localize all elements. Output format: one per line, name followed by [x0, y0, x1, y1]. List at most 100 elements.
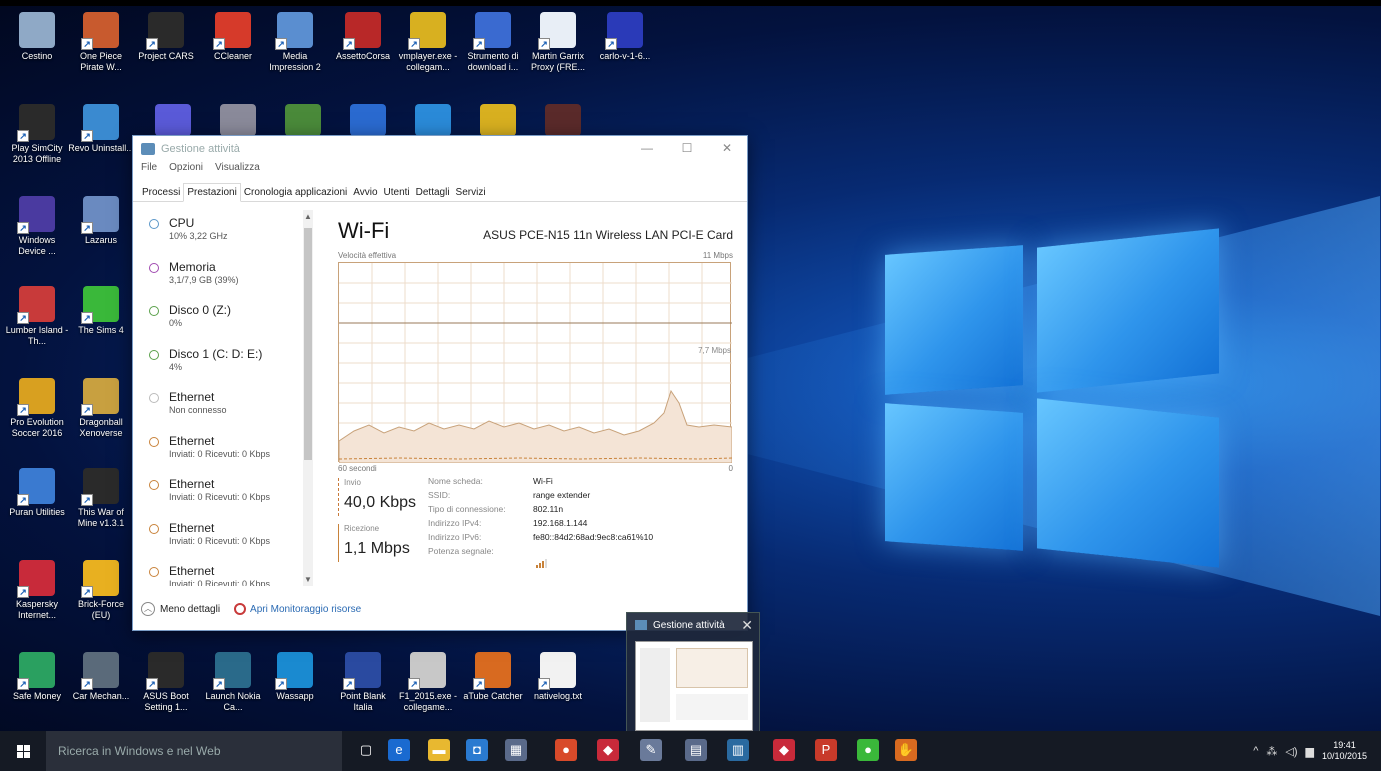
show-hidden-icons-icon[interactable]: ^ — [1253, 745, 1258, 757]
volume-icon[interactable]: ◁) — [1285, 745, 1297, 758]
close-button[interactable]: ✕ — [707, 136, 747, 160]
scroll-thumb[interactable] — [304, 228, 312, 460]
desktop-icon[interactable]: ↗ Launch Nokia Ca... — [200, 652, 266, 713]
desktop-icon[interactable]: ↗ Lumber Island - Th... — [4, 286, 70, 347]
menu-file[interactable]: File — [141, 162, 157, 180]
desktop-icon[interactable]: ↗ Point Blank Italia — [330, 652, 396, 713]
taskbar-edge-icon[interactable]: e — [388, 739, 410, 761]
desktop-icon[interactable]: ↗ Brick-Force (EU) — [68, 560, 134, 621]
desktop-icon[interactable]: ↗ Dragonball Xenoverse — [68, 378, 134, 439]
resource-item[interactable]: Ethernet Inviati: 0 Ricevuti: 0 Kbps — [133, 467, 315, 511]
app-icon: ↗ — [81, 196, 119, 234]
menu-view[interactable]: Visualizza — [215, 162, 260, 180]
minimize-button[interactable]: — — [627, 136, 667, 160]
desktop-icon[interactable]: ↗ vmplayer.exe - collegam... — [395, 12, 461, 73]
resource-item[interactable]: Ethernet Inviati: 0 Ricevuti: 0 Kbps — [133, 554, 315, 586]
desktop-icon[interactable]: ↗ Pro Evolution Soccer 2016 — [4, 378, 70, 439]
desktop-icon-label: Media Impression 2 — [269, 51, 321, 72]
desktop-icon[interactable]: ↗ Windows Device ... — [4, 196, 70, 257]
graph-mid-label: 7,7 Mbps — [698, 346, 731, 355]
tab-performance[interactable]: Prestazioni — [183, 183, 241, 202]
shortcut-arrow-icon: ↗ — [81, 130, 93, 142]
taskbar-app-8-icon[interactable]: ✎ — [640, 739, 662, 761]
taskbar-task-view-icon[interactable]: ▢ — [355, 739, 377, 761]
taskbar-chrome-icon[interactable]: ● — [555, 739, 577, 761]
taskbar-app-11-icon[interactable]: ◆ — [773, 739, 795, 761]
taskbar-app-7-icon[interactable]: ◆ — [597, 739, 619, 761]
desktop-icon[interactable]: ↗ Media Impression 2 — [262, 12, 328, 73]
resource-item[interactable]: Ethernet Inviati: 0 Ricevuti: 0 Kbps — [133, 424, 315, 468]
app-icon[interactable] — [415, 104, 451, 136]
scroll-down-arrow-icon[interactable]: ▼ — [303, 575, 313, 584]
menu-options[interactable]: Opzioni — [169, 162, 203, 180]
app-icon[interactable] — [545, 104, 581, 136]
desktop-icon[interactable]: ↗ aTube Catcher — [460, 652, 526, 702]
network-icon[interactable]: ⁂ — [1266, 745, 1277, 758]
desktop-icon[interactable]: ↗ Safe Money — [4, 652, 70, 702]
desktop-icon[interactable]: ↗ F1_2015.exe - collegame... — [395, 652, 461, 713]
resource-item[interactable]: Disco 0 (Z:) 0% — [133, 293, 315, 337]
taskbar-store-icon[interactable]: ◘ — [466, 739, 488, 761]
scroll-up-arrow-icon[interactable]: ▲ — [303, 212, 313, 221]
detail-value: range extender — [533, 490, 591, 500]
desktop-icon-label: F1_2015.exe - collegame... — [398, 691, 458, 712]
taskbar-app-5-icon[interactable]: ▦ — [505, 739, 527, 761]
desktop-icon[interactable]: ↗ Lazarus — [68, 196, 134, 246]
preview-close-icon[interactable]: ✕ — [741, 617, 753, 634]
desktop-icon[interactable]: ↗ CCleaner — [200, 12, 266, 62]
resource-scrollbar[interactable]: ▲ ▼ — [303, 210, 313, 586]
app-icon[interactable] — [350, 104, 386, 136]
fewer-details-link[interactable]: Meno dettagli — [160, 604, 220, 615]
taskbar-file-explorer-icon[interactable]: ▬ — [428, 739, 450, 761]
tab-details[interactable]: Dettagli — [413, 184, 453, 201]
taskbar-app-9-icon[interactable]: ▤ — [685, 739, 707, 761]
tab-app-history[interactable]: Cronologia applicazioni — [241, 184, 350, 201]
desktop-icon[interactable]: ↗ Car Mechan... — [68, 652, 134, 702]
resource-item[interactable]: Disco 1 (C: D: E:) 4% — [133, 337, 315, 381]
taskbar-app-13-icon[interactable]: ● — [857, 739, 879, 761]
desktop-icon[interactable]: ↗ This War of Mine v1.3.1 — [68, 468, 134, 529]
taskbar-powerpoint-icon[interactable]: P — [815, 739, 837, 761]
resource-item[interactable]: Ethernet Inviati: 0 Ricevuti: 0 Kbps — [133, 511, 315, 555]
chevron-up-icon[interactable]: ︿ — [141, 602, 155, 616]
desktop-icon[interactable]: ↗ carlo-v-1-6... — [592, 12, 658, 62]
desktop-icon[interactable]: ↗ Martin Garrix Proxy (FRE... — [525, 12, 591, 73]
action-center-icon[interactable]: ▆ — [1305, 745, 1313, 758]
desktop-icon[interactable]: ↗ Kaspersky Internet... — [4, 560, 70, 621]
desktop-icon[interactable]: ↗ nativelog.txt — [525, 652, 591, 702]
resource-item[interactable]: Ethernet Non connesso — [133, 380, 315, 424]
desktop-icon[interactable]: ↗ AssettoCorsa — [330, 12, 396, 62]
start-button[interactable] — [0, 731, 46, 771]
desktop-icon-label: Kaspersky Internet... — [15, 599, 59, 620]
app-icon[interactable] — [155, 104, 191, 136]
desktop-icon[interactable]: Cestino — [4, 12, 70, 62]
resource-item[interactable]: Memoria 3,1/7,9 GB (39%) — [133, 250, 315, 294]
taskbar-atube-icon[interactable]: ✋ — [895, 739, 917, 761]
desktop-icon[interactable]: ↗ One Piece Pirate W... — [68, 12, 134, 73]
task-manager-window[interactable]: Gestione attività — ☐ ✕ File Opzioni Vis… — [132, 135, 748, 631]
tab-users[interactable]: Utenti — [381, 184, 413, 201]
app-icon[interactable] — [285, 104, 321, 136]
desktop-icon[interactable]: ↗ The Sims 4 — [68, 286, 134, 336]
desktop-icon[interactable]: ↗ Play SimCity 2013 Offline — [4, 104, 70, 165]
desktop-icon[interactable]: ↗ Strumento di download i... — [460, 12, 526, 73]
taskbar-preview[interactable]: Gestione attività ✕ — [626, 612, 760, 736]
tab-processes[interactable]: Processi — [139, 184, 183, 201]
maximize-button[interactable]: ☐ — [667, 136, 707, 160]
desktop-icon[interactable]: ↗ ASUS Boot Setting 1... — [133, 652, 199, 713]
desktop-icon[interactable]: ↗ Revo Uninstall... — [68, 104, 134, 154]
desktop-icon[interactable]: ↗ Puran Utilities — [4, 468, 70, 518]
preview-thumbnail[interactable] — [635, 641, 753, 731]
desktop-icon[interactable]: ↗ Wassapp — [262, 652, 328, 702]
taskbar-app-10-icon[interactable]: ▥ — [727, 739, 749, 761]
tab-startup[interactable]: Avvio — [350, 184, 380, 201]
search-box[interactable]: Ricerca in Windows e nel Web — [46, 731, 342, 771]
open-resource-monitor-link[interactable]: Apri Monitoraggio risorse — [250, 604, 361, 615]
tab-services[interactable]: Servizi — [453, 184, 489, 201]
app-icon: ↗ — [408, 652, 446, 690]
desktop-icon[interactable]: ↗ Project CARS — [133, 12, 199, 62]
app-icon[interactable] — [480, 104, 516, 136]
app-icon[interactable] — [220, 104, 256, 136]
clock[interactable]: 19:41 10/10/2015 — [1322, 740, 1367, 762]
resource-item[interactable]: CPU 10% 3,22 GHz — [133, 206, 315, 250]
